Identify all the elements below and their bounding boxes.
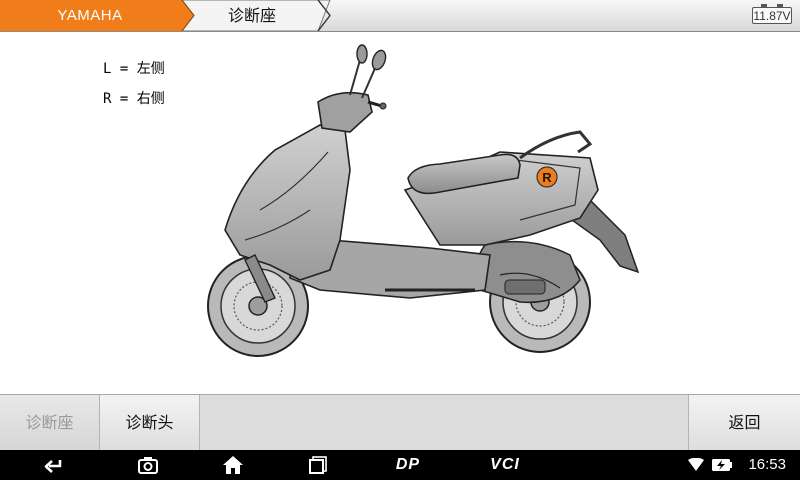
diagnostic-connector-button[interactable]: 诊断座 bbox=[0, 395, 100, 450]
dp-button[interactable]: DP bbox=[388, 450, 428, 480]
breadcrumb-page-title: 诊断座 bbox=[227, 6, 276, 25]
bottom-toolbar: 诊断座 诊断头 返回 bbox=[0, 394, 800, 450]
handlebar-cowl bbox=[317, 91, 373, 133]
legend-right: R = 右侧 bbox=[103, 91, 165, 107]
legend-left: L = 左侧 bbox=[103, 61, 165, 77]
vci-button[interactable]: VCI bbox=[483, 450, 527, 480]
front-body-panel bbox=[224, 124, 351, 281]
recent-apps-icon[interactable] bbox=[305, 450, 331, 480]
scooter-diagram: R bbox=[207, 44, 640, 357]
clock: 16:53 bbox=[748, 456, 786, 473]
back-icon[interactable] bbox=[40, 450, 66, 480]
home-icon[interactable] bbox=[220, 450, 246, 480]
breadcrumb-brand[interactable]: YAMAHA bbox=[0, 0, 180, 31]
battery-charging-icon bbox=[710, 450, 734, 480]
side-legend: L = 左侧 R = 右侧 bbox=[103, 57, 165, 117]
title-bar: YAMAHA 诊断座 11.87V bbox=[0, 0, 800, 32]
vehicle-battery-voltage: 11.87V bbox=[752, 4, 792, 24]
system-nav-bar: DP VCI 16:53 bbox=[0, 450, 800, 480]
diagnostic-head-button[interactable]: 诊断头 bbox=[100, 395, 200, 450]
camera-icon[interactable] bbox=[135, 450, 161, 480]
mirrors bbox=[349, 44, 387, 99]
wifi-icon bbox=[686, 450, 706, 480]
back-button[interactable]: 返回 bbox=[688, 395, 800, 450]
marker-label: R bbox=[542, 170, 552, 185]
diagnostic-connector-marker: R bbox=[536, 166, 558, 188]
